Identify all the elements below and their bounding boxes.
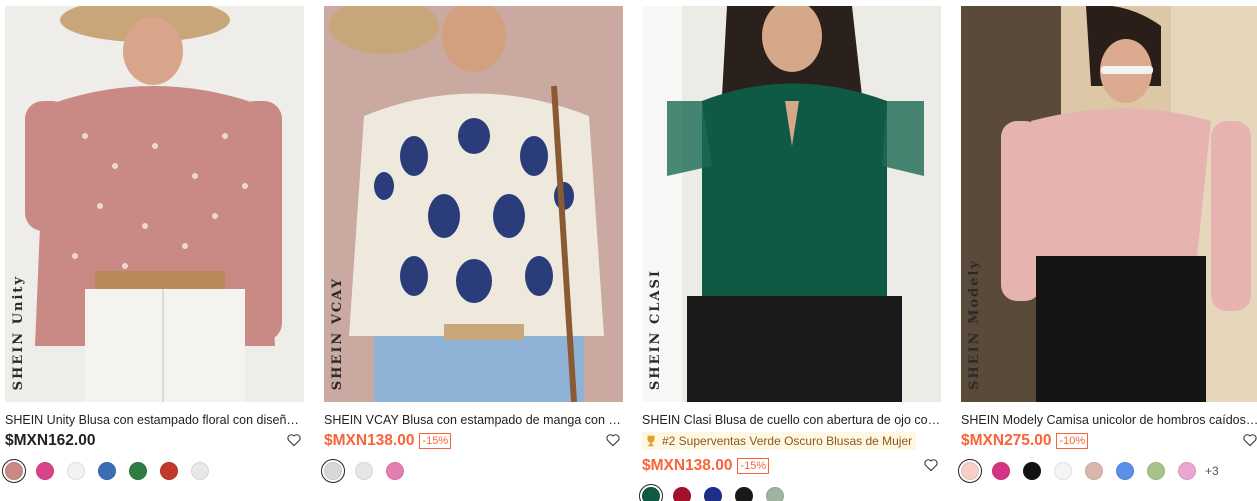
color-swatch[interactable] [1054, 462, 1072, 480]
color-swatch[interactable] [1023, 462, 1041, 480]
price-row: $MXN275.00 -10% [961, 430, 1257, 452]
price-row: $MXN138.00 -15% [324, 430, 623, 452]
color-swatch[interactable] [2, 459, 26, 483]
color-swatches [2, 459, 304, 483]
heart-icon[interactable] [1242, 432, 1257, 448]
color-swatch[interactable] [1116, 462, 1134, 480]
heart-icon[interactable] [286, 432, 302, 448]
product-card[interactable]: SHEIN CLASI SHEIN Clasi Blusa de cuello … [639, 6, 941, 501]
color-swatch[interactable] [67, 462, 85, 480]
trophy-icon [647, 435, 655, 447]
product-title[interactable]: SHEIN Clasi Blusa de cuello con abertura… [642, 412, 941, 428]
color-swatches [639, 484, 941, 501]
product-card[interactable]: SHEIN Modely SHEIN Modely Camisa unicolo… [958, 6, 1257, 483]
product-title[interactable]: SHEIN Modely Camisa unicolor de hombros … [961, 412, 1257, 428]
discount-badge: -10% [1056, 433, 1089, 449]
color-swatch[interactable] [704, 487, 722, 501]
product-image[interactable]: SHEIN Modely [961, 6, 1257, 402]
color-swatch[interactable] [386, 462, 404, 480]
more-colors-count[interactable]: +3 [1205, 464, 1219, 478]
color-swatch[interactable] [639, 484, 663, 501]
color-swatch[interactable] [355, 462, 373, 480]
color-swatch[interactable] [1085, 462, 1103, 480]
color-swatches: +3 [958, 459, 1257, 483]
color-swatch[interactable] [1147, 462, 1165, 480]
color-swatch[interactable] [191, 462, 209, 480]
product-price: $MXN138.00 [642, 457, 733, 474]
bestseller-badge[interactable]: #2 Superventas Verde Oscuro Blusas de Mu… [642, 432, 917, 450]
discount-badge: -15% [737, 458, 770, 474]
color-swatch[interactable] [992, 462, 1010, 480]
product-title[interactable]: SHEIN Unity Blusa con estampado floral c… [5, 412, 304, 428]
product-image[interactable]: SHEIN CLASI [642, 6, 941, 402]
color-swatch[interactable] [160, 462, 178, 480]
product-image[interactable]: SHEIN VCAY [324, 6, 623, 402]
product-price: $MXN138.00 [324, 432, 415, 449]
product-price: $MXN162.00 [5, 432, 96, 449]
color-swatch[interactable] [321, 459, 345, 483]
bestseller-text: #2 Superventas Verde Oscuro Blusas de Mu… [662, 434, 913, 448]
price-row: $MXN162.00 [5, 430, 304, 452]
color-swatch[interactable] [735, 487, 753, 501]
heart-icon[interactable] [605, 432, 621, 448]
color-swatch[interactable] [98, 462, 116, 480]
brand-watermark: SHEIN CLASI [648, 268, 663, 390]
heart-icon[interactable] [923, 457, 939, 473]
product-card[interactable]: SHEIN VCAY SHEIN VCAY Blusa con estampad… [321, 6, 623, 483]
color-swatch[interactable] [958, 459, 982, 483]
color-swatch[interactable] [766, 487, 784, 501]
brand-watermark: SHEIN Unity [11, 274, 26, 390]
color-swatch[interactable] [1178, 462, 1196, 480]
color-swatches [321, 459, 623, 483]
product-card[interactable]: SHEIN Unity SHEIN Unity Blusa con estamp… [2, 6, 304, 483]
color-swatch[interactable] [673, 487, 691, 501]
brand-watermark: SHEIN Modely [967, 259, 982, 390]
price-row: $MXN138.00 -15% [642, 455, 941, 477]
discount-badge: -15% [419, 433, 452, 449]
color-swatch[interactable] [36, 462, 54, 480]
brand-watermark: SHEIN VCAY [330, 276, 345, 390]
product-image[interactable]: SHEIN Unity [5, 6, 304, 402]
product-price: $MXN275.00 [961, 432, 1052, 449]
product-title[interactable]: SHEIN VCAY Blusa con estampado de manga … [324, 412, 623, 428]
color-swatch[interactable] [129, 462, 147, 480]
